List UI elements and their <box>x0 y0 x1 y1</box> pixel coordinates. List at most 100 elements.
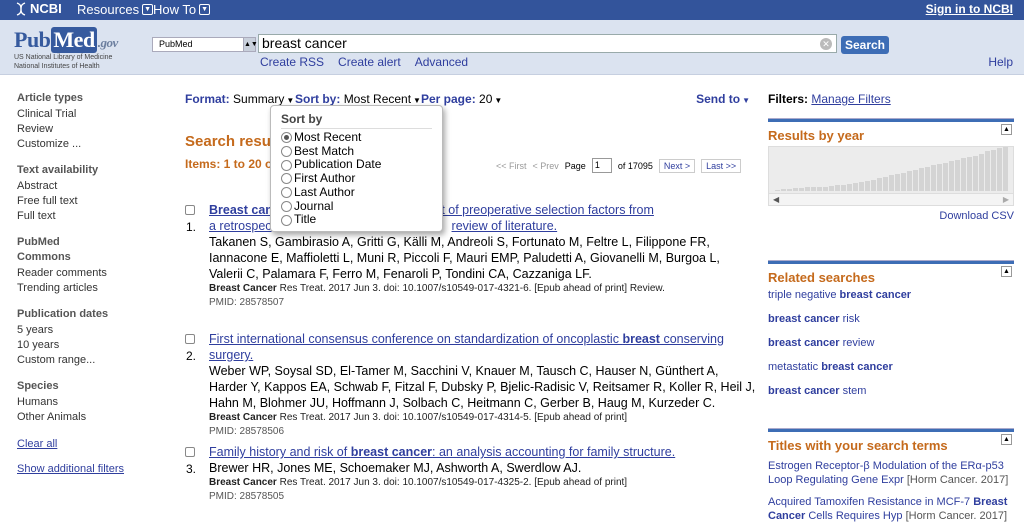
year-bar[interactable] <box>811 187 816 191</box>
year-bar[interactable] <box>877 178 882 191</box>
year-bar[interactable] <box>991 150 996 191</box>
create-alert-link[interactable]: Create alert <box>338 55 401 69</box>
result-title-link[interactable]: First international consensus conference… <box>209 331 757 363</box>
year-bar[interactable] <box>889 175 894 191</box>
filter-item[interactable]: Free full text <box>17 194 157 209</box>
sort-option-first-author[interactable]: First Author <box>281 171 432 186</box>
result-checkbox[interactable] <box>185 205 195 215</box>
year-bar[interactable] <box>943 163 948 191</box>
sort-option-title[interactable]: Title <box>281 213 432 227</box>
related-title-link[interactable]: Estrogen Receptor-β Modulation of the ER… <box>768 459 1014 487</box>
sort-option-journal[interactable]: Journal <box>281 199 432 214</box>
format-selector[interactable]: Format: Summary ▼ <box>185 92 294 106</box>
clear-search-icon[interactable]: ✕ <box>820 38 832 50</box>
year-bar[interactable] <box>973 156 978 191</box>
year-bar[interactable] <box>835 185 840 191</box>
year-bar[interactable] <box>949 161 954 191</box>
scroll-left-icon[interactable]: ◀ <box>773 195 779 204</box>
sort-option-most-recent[interactable]: Most Recent <box>281 130 432 145</box>
result-title-link[interactable]: Family history and risk of breast cancer… <box>209 444 757 460</box>
year-bar[interactable] <box>979 154 984 191</box>
advanced-link[interactable]: Advanced <box>415 55 468 69</box>
prev-page-button[interactable]: < Prev <box>533 161 559 171</box>
sort-option-last-author[interactable]: Last Author <box>281 185 432 200</box>
year-bar[interactable] <box>805 187 810 191</box>
filter-item[interactable]: Full text <box>17 209 157 224</box>
database-select[interactable]: PubMed ▲▼ <box>152 37 258 52</box>
filter-item[interactable]: Reader comments <box>17 266 157 281</box>
year-bar[interactable] <box>853 183 858 191</box>
year-bar[interactable] <box>937 164 942 191</box>
year-bar[interactable] <box>787 189 792 191</box>
send-to-menu[interactable]: Send to ▼ <box>696 92 750 106</box>
year-timeline-chart[interactable]: ◀ ▶ <box>768 146 1014 206</box>
year-bar[interactable] <box>907 171 912 191</box>
pubmed-logo[interactable]: Pub Med .gov US National Library of Medici… <box>14 27 118 71</box>
related-title-link[interactable]: Acquired Tamoxifen Resistance in MCF-7 B… <box>768 495 1014 523</box>
year-bar[interactable] <box>967 157 972 191</box>
signin-link[interactable]: Sign in to NCBI <box>926 2 1013 16</box>
ncbi-logo[interactable]: NCBI <box>15 1 62 16</box>
filter-item[interactable]: Clinical Trial <box>17 107 157 122</box>
first-page-button[interactable]: << First <box>496 161 527 171</box>
sort-option-publication-date[interactable]: Publication Date <box>281 158 432 172</box>
year-bar[interactable] <box>913 170 918 191</box>
year-bar[interactable] <box>883 177 888 191</box>
last-page-button[interactable]: Last >> <box>701 158 742 173</box>
year-bar[interactable] <box>985 151 990 191</box>
filter-item[interactable]: Custom range... <box>17 353 157 368</box>
result-checkbox[interactable] <box>185 447 195 457</box>
related-search-link[interactable]: breast cancer risk <box>768 307 1014 331</box>
year-bar[interactable] <box>847 184 852 191</box>
filter-item[interactable]: Trending articles <box>17 281 157 296</box>
timeline-scrollbar[interactable]: ◀ ▶ <box>769 193 1013 205</box>
related-search-link[interactable]: breast cancer review <box>768 331 1014 355</box>
manage-filters-link[interactable]: Manage Filters <box>811 92 890 106</box>
next-page-button[interactable]: Next > <box>658 158 696 173</box>
year-bar[interactable] <box>823 187 828 191</box>
year-bar[interactable] <box>931 165 936 191</box>
filter-item[interactable]: Customize ... <box>17 137 157 152</box>
year-bar[interactable] <box>1003 147 1008 191</box>
download-csv-link[interactable]: Download CSV <box>939 210 1014 222</box>
search-button[interactable]: Search <box>841 36 889 54</box>
year-bar[interactable] <box>901 173 906 191</box>
year-bar[interactable] <box>865 181 870 191</box>
howto-menu[interactable]: How To ▼ <box>153 2 211 17</box>
page-number-input[interactable]: 1 <box>591 158 612 173</box>
sort-selector[interactable]: Sort by: Most Recent ▼ <box>295 92 421 106</box>
year-bar[interactable] <box>817 187 822 191</box>
year-bar[interactable] <box>799 188 804 191</box>
collapse-panel-icon[interactable]: ▲ <box>1001 434 1012 445</box>
related-search-link[interactable]: breast cancer stem <box>768 379 1014 403</box>
create-rss-link[interactable]: Create RSS <box>260 55 324 69</box>
per-page-selector[interactable]: Per page: 20 ▼ <box>421 92 502 106</box>
collapse-panel-icon[interactable]: ▲ <box>1001 266 1012 277</box>
year-bar[interactable] <box>925 167 930 191</box>
resources-menu[interactable]: Resources ▼ <box>77 2 154 17</box>
filter-item[interactable]: Review <box>17 122 157 137</box>
result-checkbox[interactable] <box>185 334 195 344</box>
filter-item[interactable]: Other Animals <box>17 410 157 425</box>
year-bar[interactable] <box>781 189 786 191</box>
search-input[interactable]: breast cancer ✕ <box>258 34 837 53</box>
help-link[interactable]: Help <box>988 55 1013 69</box>
filter-item[interactable]: 10 years <box>17 338 157 353</box>
year-bar[interactable] <box>859 182 864 191</box>
year-bar[interactable] <box>997 148 1002 191</box>
show-additional-filters-link[interactable]: Show additional filters <box>17 462 157 477</box>
year-bar[interactable] <box>871 180 876 191</box>
year-bar[interactable] <box>919 168 924 191</box>
collapse-panel-icon[interactable]: ▲ <box>1001 124 1012 135</box>
sort-option-best-match[interactable]: Best Match <box>281 144 432 159</box>
related-search-link[interactable]: triple negative breast cancer <box>768 283 1014 307</box>
scroll-right-icon[interactable]: ▶ <box>1003 195 1009 204</box>
filter-item[interactable]: Humans <box>17 395 157 410</box>
filter-item[interactable]: 5 years <box>17 323 157 338</box>
related-search-link[interactable]: metastatic breast cancer <box>768 355 1014 379</box>
year-bar[interactable] <box>829 186 834 191</box>
year-bar[interactable] <box>961 158 966 191</box>
year-bar[interactable] <box>775 190 780 191</box>
year-bar[interactable] <box>841 185 846 191</box>
year-bar[interactable] <box>955 160 960 191</box>
